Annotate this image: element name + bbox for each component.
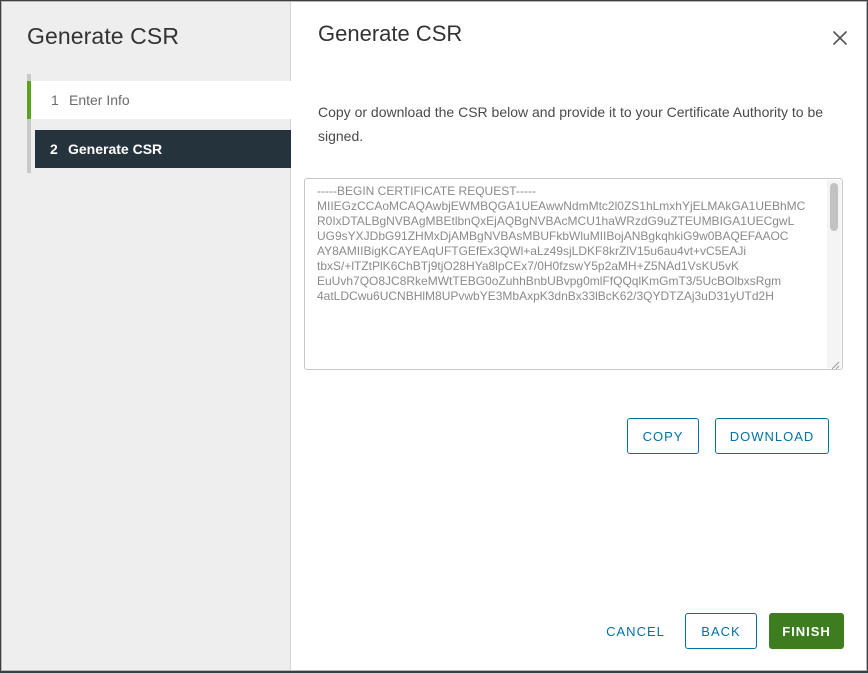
wizard-steps: 1 Enter Info 2 Generate CSR	[27, 74, 291, 173]
csr-text: -----BEGIN CERTIFICATE REQUEST----- MIIE…	[317, 184, 806, 303]
finish-button[interactable]: FINISH	[769, 613, 844, 649]
step-label: Generate CSR	[68, 141, 163, 157]
wizard-title: Generate CSR	[27, 23, 180, 49]
step-number: 1	[51, 92, 59, 108]
wizard-step-generate-csr[interactable]: 2 Generate CSR	[35, 130, 291, 168]
resize-handle-icon[interactable]	[830, 357, 840, 369]
page-title: Generate CSR	[318, 21, 463, 46]
scrollbar-thumb[interactable]	[830, 183, 838, 231]
generate-csr-dialog: Generate CSR 1 Enter Info 2 Generate CSR…	[1, 1, 867, 671]
download-button[interactable]: DOWNLOAD	[715, 418, 829, 454]
instructions-text: Copy or download the CSR below and provi…	[318, 104, 824, 144]
wizard-content: Generate CSR Copy or download the CSR be…	[291, 2, 868, 670]
cancel-button[interactable]: CANCEL	[599, 613, 672, 649]
step-number: 2	[50, 141, 58, 157]
close-icon[interactable]	[831, 29, 849, 47]
back-button[interactable]: BACK	[685, 613, 757, 649]
wizard-step-enter-info[interactable]: 1 Enter Info	[27, 81, 291, 119]
copy-button[interactable]: COPY	[627, 418, 699, 454]
csr-textarea[interactable]: -----BEGIN CERTIFICATE REQUEST----- MIIE…	[304, 178, 843, 370]
wizard-nav: Generate CSR 1 Enter Info 2 Generate CSR	[2, 2, 291, 670]
step-label: Enter Info	[69, 92, 130, 108]
